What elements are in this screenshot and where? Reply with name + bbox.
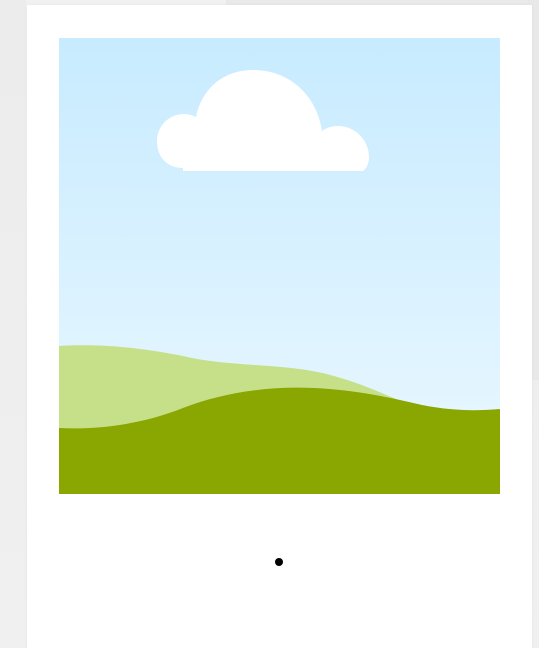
landscape-placeholder-icon [59,38,500,494]
landscape-image [59,38,500,494]
image-card [27,5,532,648]
carousel-dot[interactable] [275,558,283,566]
